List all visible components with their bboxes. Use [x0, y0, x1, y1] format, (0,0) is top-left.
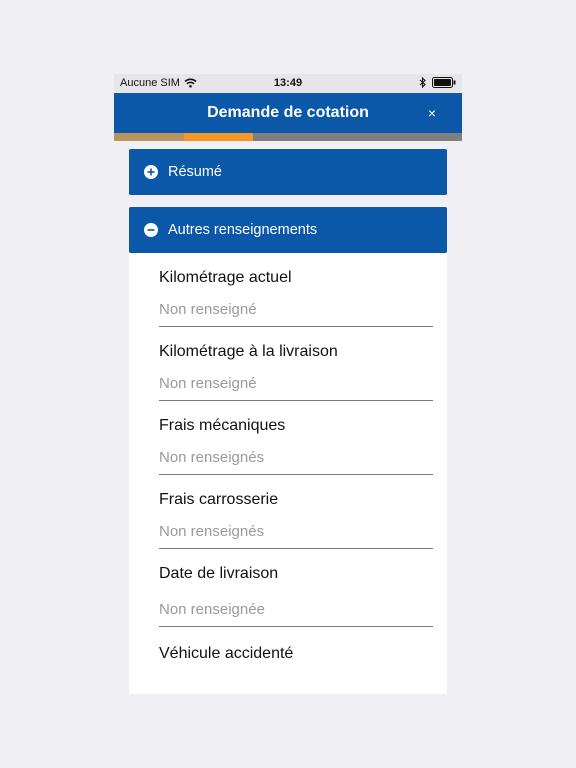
section-title-resume: Résumé [168, 164, 222, 180]
field-frais-mecaniques: Frais mécaniques Non renseignés [129, 401, 447, 475]
field-label: Date de livraison [159, 565, 279, 582]
field-kilometrage-actuel: Kilométrage actuel Non renseigné [129, 253, 447, 327]
field-label: Kilométrage à la livraison [159, 343, 338, 360]
section-header-resume[interactable]: Résumé [129, 149, 447, 195]
form-content: Résumé Autres renseignements Kilométrage… [114, 141, 462, 694]
field-label: Kilométrage actuel [159, 269, 292, 286]
card-spacer [129, 665, 447, 694]
field-vehicule-accidente: Véhicule accidenté [129, 627, 447, 665]
step-progress-bar [114, 133, 462, 141]
field-label: Frais mécaniques [159, 417, 286, 434]
field-input-frais-mecaniques[interactable]: Non renseignés [159, 437, 433, 475]
progress-step-done [114, 133, 184, 141]
close-icon: × [427, 105, 436, 121]
phone-screen: Aucune SIM 13:49 Demande de cotation × R… [114, 74, 462, 694]
section-body-autres-renseignements: Kilométrage actuel Non renseigné Kilomét… [129, 253, 447, 694]
plus-circle-icon [144, 165, 158, 179]
field-input-kilometrage-actuel[interactable]: Non renseigné [159, 289, 433, 327]
field-input-date-livraison[interactable]: Non renseignée [159, 585, 433, 627]
battery-icon [432, 77, 456, 88]
progress-step-current [184, 133, 253, 141]
field-input-frais-carrosserie[interactable]: Non renseignés [159, 511, 433, 549]
close-button[interactable]: × [428, 105, 436, 121]
field-date-livraison: Date de livraison Non renseignée [129, 549, 447, 627]
bluetooth-icon [419, 77, 426, 88]
field-frais-carrosserie: Frais carrosserie Non renseignés [129, 475, 447, 549]
field-label: Véhicule accidenté [159, 645, 294, 662]
status-bar: Aucune SIM 13:49 [114, 74, 462, 93]
field-input-kilometrage-livraison[interactable]: Non renseigné [159, 363, 433, 401]
clock: 13:49 [273, 77, 303, 89]
field-label: Frais carrosserie [159, 491, 279, 508]
status-right [419, 77, 456, 88]
minus-circle-icon [144, 223, 158, 237]
field-kilometrage-livraison: Kilométrage à la livraison Non renseigné [129, 327, 447, 401]
page-title: Demande de cotation [207, 104, 369, 121]
nav-bar: Demande de cotation × [114, 93, 462, 133]
section-title-autres: Autres renseignements [168, 222, 318, 238]
section-header-autres-renseignements[interactable]: Autres renseignements [129, 207, 447, 253]
